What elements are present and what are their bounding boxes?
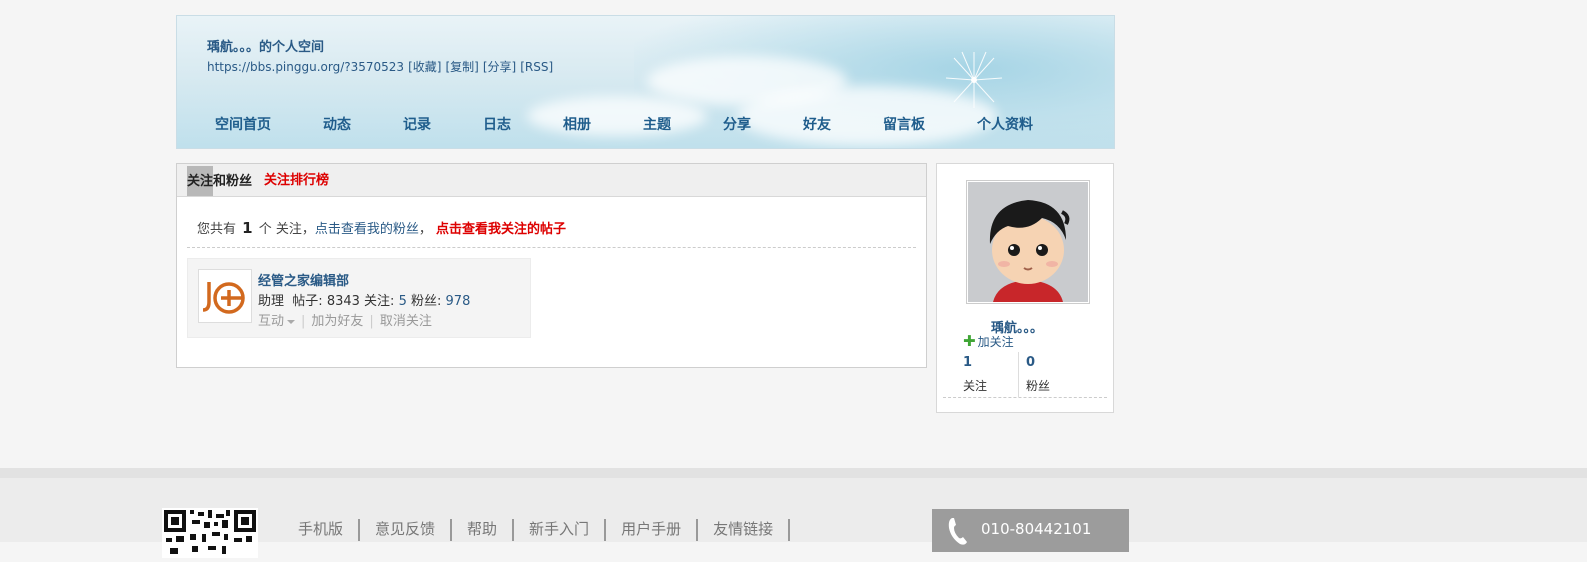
footer-friend-links[interactable]: 友情链接 bbox=[713, 520, 773, 538]
nav-feed[interactable]: 动态 bbox=[323, 114, 351, 134]
action-separator: | bbox=[301, 314, 306, 329]
footer-separator bbox=[604, 518, 607, 541]
posts-count: 8343 bbox=[326, 294, 360, 309]
divider bbox=[187, 247, 916, 248]
user-avatar-jg-logo[interactable] bbox=[198, 269, 252, 323]
site-footer: 手机版 意见反馈 帮助 新手入门 用户手册 友情链接 010-80442101 bbox=[0, 468, 1587, 558]
tab-follow-and-fans[interactable]: 关注和粉丝 bbox=[187, 166, 252, 196]
action-separator: | bbox=[369, 314, 374, 329]
footer-separator bbox=[696, 518, 699, 541]
profile-avatar[interactable] bbox=[966, 180, 1090, 304]
footer-separator bbox=[450, 518, 453, 541]
followed-user-stats: 助理 帖子: 8343 关注: 5 粉丝: 978 bbox=[258, 290, 470, 309]
tab-follow-ranking[interactable]: 关注排行榜 bbox=[264, 164, 329, 198]
following-label: 关注 bbox=[963, 379, 988, 393]
follow-panel: 关注和粉丝 关注排行榜 您共有 1 个 关注，点击查看我的粉丝， 点击查看我关注… bbox=[176, 163, 927, 368]
space-header-banner: 瑀航。。。的个人空间 https://bbs.pinggu.org/?35705… bbox=[176, 15, 1115, 149]
space-nav: 空间首页 动态 记录 日志 相册 主题 分享 好友 留言板 个人资料 bbox=[177, 114, 1114, 134]
qr-code-icon bbox=[162, 508, 258, 558]
footer-mobile-link[interactable]: 手机版 bbox=[298, 520, 343, 538]
follow-summary: 您共有 1 个 关注，点击查看我的粉丝， 点击查看我关注的帖子 bbox=[197, 218, 566, 237]
footer-newbie-link[interactable]: 新手入门 bbox=[529, 520, 589, 538]
follow-button-label: 加关注 bbox=[977, 335, 1014, 349]
tab-label-rest: 和粉丝 bbox=[213, 174, 253, 189]
tab-label-highlight: 关注 bbox=[187, 166, 214, 196]
profile-card: 瑀航。。。 ✚ 加关注 1 0 关注 粉丝 bbox=[936, 163, 1114, 413]
footer-separator bbox=[512, 518, 515, 541]
cartoon-avatar-image bbox=[968, 182, 1088, 302]
chevron-down-icon bbox=[287, 319, 296, 324]
followed-user-actions: 互动 | 加为好友 | 取消关注 bbox=[258, 310, 432, 329]
bookmark-link[interactable]: [收藏] bbox=[408, 60, 441, 74]
view-fans-link[interactable]: 点击查看我的粉丝 bbox=[315, 222, 419, 237]
nav-home[interactable]: 空间首页 bbox=[215, 114, 271, 134]
footer-separator bbox=[358, 518, 361, 541]
footer-manual-link[interactable]: 用户手册 bbox=[621, 520, 681, 538]
following-count[interactable]: 1 bbox=[963, 355, 972, 370]
fans-count[interactable]: 0 bbox=[1026, 355, 1035, 370]
copy-link[interactable]: [复制] bbox=[445, 60, 478, 74]
rss-link[interactable]: [RSS] bbox=[520, 60, 553, 74]
footer-help-link[interactable]: 帮助 bbox=[467, 520, 497, 538]
summary-prefix: 您共有 bbox=[197, 222, 237, 237]
footer-separator bbox=[788, 518, 791, 541]
footer-feedback-link[interactable]: 意见反馈 bbox=[375, 520, 435, 538]
jg-logo-icon bbox=[202, 282, 245, 314]
summary-suffix: 个 关注， bbox=[258, 222, 315, 237]
nav-album[interactable]: 相册 bbox=[563, 114, 591, 134]
share-link[interactable]: [分享] bbox=[483, 60, 516, 74]
interact-label: 互动 bbox=[258, 314, 285, 329]
qr-code-graphic bbox=[164, 510, 256, 554]
followed-user-card: 经管之家编辑部 助理 帖子: 8343 关注: 5 粉丝: 978 互动 | 加为好… bbox=[187, 258, 531, 338]
fans-label: 粉丝 bbox=[1026, 379, 1051, 393]
divider bbox=[943, 397, 1107, 398]
footer-links: 手机版 意见反馈 帮助 新手入门 用户手册 友情链接 bbox=[298, 518, 805, 541]
space-url[interactable]: https://bbs.pinggu.org/?3570523 bbox=[207, 60, 404, 74]
user-role: 助理 bbox=[258, 294, 285, 309]
nav-friends[interactable]: 好友 bbox=[803, 114, 831, 134]
interact-dropdown[interactable]: 互动 bbox=[258, 314, 296, 329]
space-title: 瑀航。。。的个人空间 bbox=[207, 40, 325, 55]
nav-threads[interactable]: 主题 bbox=[643, 114, 671, 134]
panel-tabs: 关注和粉丝 关注排行榜 bbox=[177, 164, 926, 197]
follow-count: 1 bbox=[242, 219, 253, 237]
nav-profile[interactable]: 个人资料 bbox=[977, 114, 1033, 134]
follow-label: 关注: bbox=[364, 294, 395, 309]
contact-phone-box: 010-80442101 bbox=[932, 509, 1129, 552]
add-friend-link[interactable]: 加为好友 bbox=[311, 314, 363, 329]
nav-records[interactable]: 记录 bbox=[403, 114, 431, 134]
follow-count-link[interactable]: 5 bbox=[399, 294, 407, 309]
follow-button[interactable]: ✚ 加关注 bbox=[963, 332, 1014, 350]
dandelion-icon bbox=[945, 51, 1003, 108]
followed-user-name[interactable]: 经管之家编辑部 bbox=[258, 270, 349, 289]
nav-guestbook[interactable]: 留言板 bbox=[883, 114, 925, 134]
plus-icon: ✚ bbox=[963, 332, 976, 350]
unfollow-link[interactable]: 取消关注 bbox=[380, 314, 432, 329]
fans-label: 粉丝: bbox=[411, 294, 442, 309]
summary-comma: ， bbox=[418, 222, 432, 237]
contact-phone-number: 010-80442101 bbox=[981, 520, 1092, 538]
nav-blog[interactable]: 日志 bbox=[483, 114, 511, 134]
stats-divider bbox=[1018, 352, 1019, 397]
view-followed-posts-link[interactable]: 点击查看我关注的帖子 bbox=[436, 222, 566, 237]
posts-label: 帖子: bbox=[292, 294, 323, 309]
fans-count-link[interactable]: 978 bbox=[446, 294, 471, 309]
nav-share[interactable]: 分享 bbox=[723, 114, 751, 134]
space-url-row: https://bbs.pinggu.org/?3570523 [收藏] [复制] [… bbox=[207, 58, 557, 75]
